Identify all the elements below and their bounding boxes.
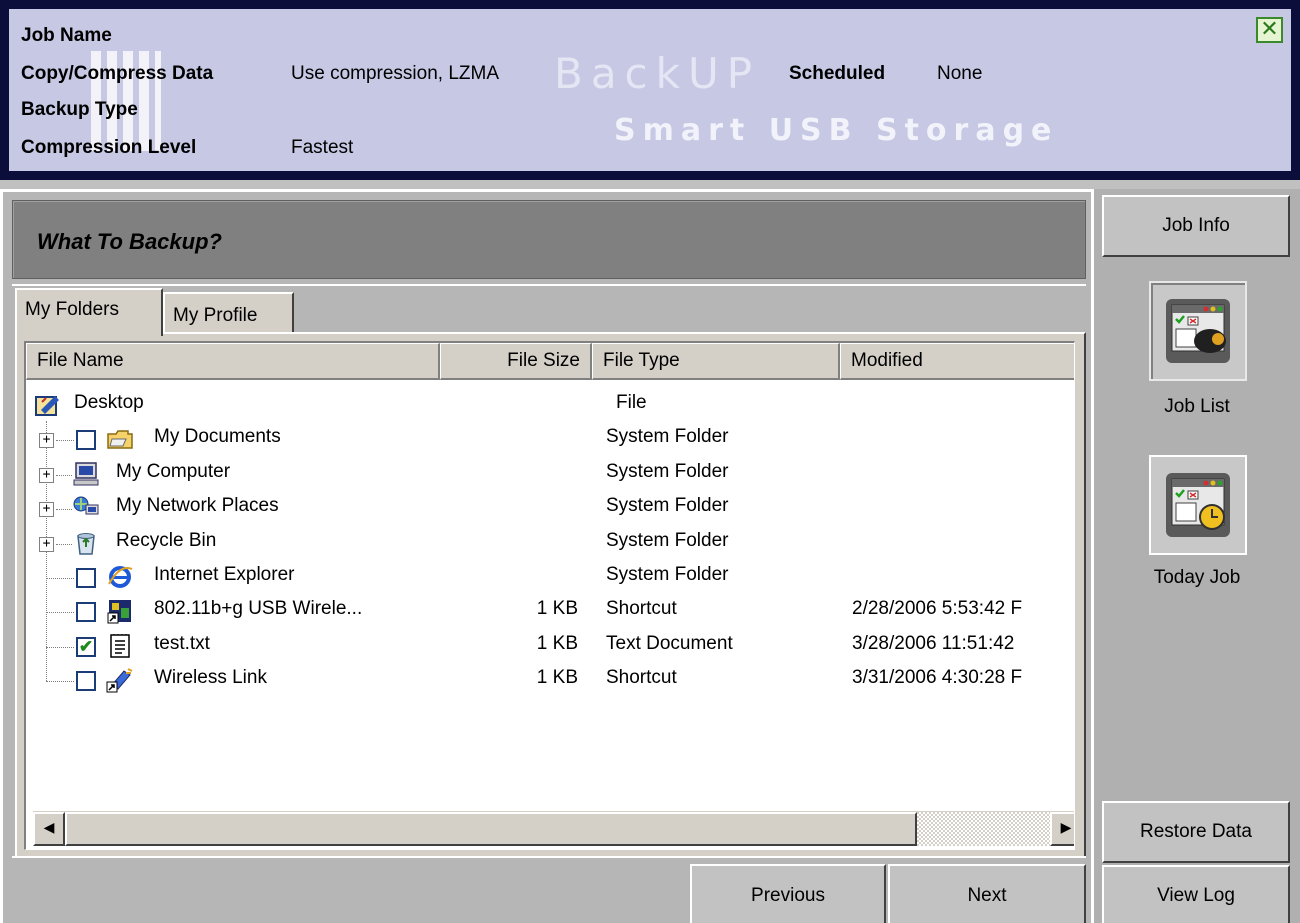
file-type: Text Document (606, 632, 733, 654)
file-name: 802.11b+g USB Wirele... (154, 598, 363, 620)
file-modified: 2/28/2006 5:53:42 F (852, 598, 1023, 620)
expand-icon[interactable]: + (39, 433, 54, 449)
tab-my-profile[interactable]: My Profile (163, 292, 294, 332)
file-name: Desktop (74, 392, 144, 413)
job-list-icon[interactable] (1149, 281, 1247, 381)
scrollbar-track[interactable] (917, 812, 1050, 846)
folder-icon (106, 425, 134, 453)
copy-compress-label: Copy/Compress Data (21, 63, 214, 84)
file-name: Recycle Bin (116, 529, 217, 551)
view-log-button[interactable]: View Log (1102, 865, 1290, 923)
column-header-file-size[interactable]: File Size (440, 343, 592, 380)
list-item[interactable]: + My Network Places System Folder (26, 490, 1074, 524)
file-name: test.txt (154, 632, 210, 654)
section-title-bar: What To Backup? (12, 200, 1086, 279)
text-file-icon (106, 632, 134, 660)
backup-type-label: Backup Type (21, 99, 138, 120)
job-info-button[interactable]: Job Info (1102, 195, 1290, 257)
compression-level-label: Compression Level (21, 137, 197, 158)
wizard-nav-bar: Previous Next (12, 856, 1086, 923)
row-checkbox[interactable] (76, 567, 96, 588)
job-name-label: Job Name (21, 25, 112, 46)
file-type: Shortcut (606, 598, 677, 620)
divider (12, 284, 1086, 286)
file-type: System Folder (606, 495, 729, 517)
tab-my-folders[interactable]: My Folders (15, 288, 163, 336)
horizontal-scrollbar[interactable]: ◀ ▶ (33, 811, 1074, 846)
list-item[interactable]: + My Computer System Folder (26, 456, 1074, 490)
expand-icon[interactable]: + (39, 502, 54, 518)
file-size: 1 KB (536, 632, 578, 654)
scrollbar-thumb[interactable] (65, 812, 917, 846)
close-icon[interactable]: ✕ (1256, 17, 1283, 43)
file-size: 1 KB (536, 598, 578, 620)
file-name: My Computer (116, 460, 231, 482)
column-header-modified[interactable]: Modified (840, 343, 1074, 380)
today-job-label[interactable]: Today Job (1094, 567, 1300, 589)
list-item[interactable]: + Recycle Bin System Folder (26, 525, 1074, 559)
scroll-right-icon[interactable]: ▶ (1050, 812, 1074, 846)
file-size: 1 KB (536, 667, 578, 689)
job-list-label[interactable]: Job List (1094, 396, 1300, 418)
compression-level-value: Fastest (291, 137, 354, 158)
smart-usb-storage-watermark: Smart USB Storage (614, 113, 1059, 148)
file-modified: 3/28/2006 11:51:42 (852, 632, 1015, 654)
file-type: File (616, 392, 647, 413)
desktop-icon (34, 391, 62, 419)
file-name: My Documents (154, 426, 281, 448)
file-type: System Folder (606, 426, 729, 448)
file-name: Wireless Link (154, 667, 267, 689)
column-header-file-type[interactable]: File Type (592, 343, 840, 380)
row-checkbox-checked[interactable]: ✔ (76, 636, 96, 657)
recycle-bin-icon (72, 529, 100, 557)
expand-icon[interactable]: + (39, 536, 54, 552)
ie-icon (106, 563, 134, 591)
main-panel: What To Backup? My Folders My Profile Fi… (0, 189, 1091, 923)
row-checkbox[interactable] (76, 602, 96, 623)
network-icon (72, 494, 100, 522)
computer-icon (72, 460, 100, 488)
column-header-file-name[interactable]: File Name (26, 343, 440, 380)
list-item[interactable]: ✔ test.txt 1 KB Text Document 3/28/2006 … (26, 628, 1074, 662)
file-list: File Name File Size File Type Modified D… (24, 341, 1075, 850)
scroll-left-icon[interactable]: ◀ (33, 812, 65, 846)
file-rows: Desktop File + My Documents System Folde… (26, 387, 1074, 697)
shortcut-icon (106, 597, 134, 625)
file-modified: 3/31/2006 4:30:28 F (852, 667, 1023, 689)
file-name: My Network Places (116, 495, 279, 517)
scheduled-label: Scheduled (789, 63, 886, 84)
row-checkbox[interactable] (76, 671, 96, 692)
wireless-icon (106, 666, 134, 694)
column-header-row: File Name File Size File Type Modified (26, 343, 1074, 380)
file-type: System Folder (606, 563, 729, 585)
copy-compress-value: Use compression, LZMA (291, 63, 500, 84)
list-item[interactable]: Internet Explorer System Folder (26, 559, 1074, 593)
restore-data-button[interactable]: Restore Data (1102, 801, 1290, 863)
row-checkbox[interactable] (76, 430, 96, 451)
list-item[interactable]: 802.11b+g USB Wirele... 1 KB Shortcut 2/… (26, 593, 1074, 627)
expand-icon[interactable]: + (39, 467, 54, 483)
previous-button[interactable]: Previous (690, 864, 886, 923)
file-type: System Folder (606, 460, 729, 482)
list-item[interactable]: + My Documents System Folder (26, 421, 1074, 455)
file-type: System Folder (606, 529, 729, 551)
file-list-frame: File Name File Size File Type Modified D… (15, 332, 1086, 859)
job-summary-header: BackUP Smart USB Storage Job Name Copy/C… (0, 0, 1300, 180)
list-item[interactable]: Desktop File (26, 387, 1074, 421)
file-type: Shortcut (606, 667, 677, 689)
today-job-icon[interactable] (1149, 455, 1247, 555)
file-name: Internet Explorer (154, 563, 295, 585)
page-title: What To Backup? (37, 229, 222, 254)
list-item[interactable]: Wireless Link 1 KB Shortcut 3/31/2006 4:… (26, 662, 1074, 696)
next-button[interactable]: Next (888, 864, 1086, 923)
backup-watermark: BackUP (554, 49, 761, 98)
job-summary-panel: BackUP Smart USB Storage Job Name Copy/C… (9, 9, 1291, 171)
scheduled-value: None (937, 63, 983, 84)
sidebar: Job Info Job List Today Job Restore Data… (1091, 189, 1300, 923)
